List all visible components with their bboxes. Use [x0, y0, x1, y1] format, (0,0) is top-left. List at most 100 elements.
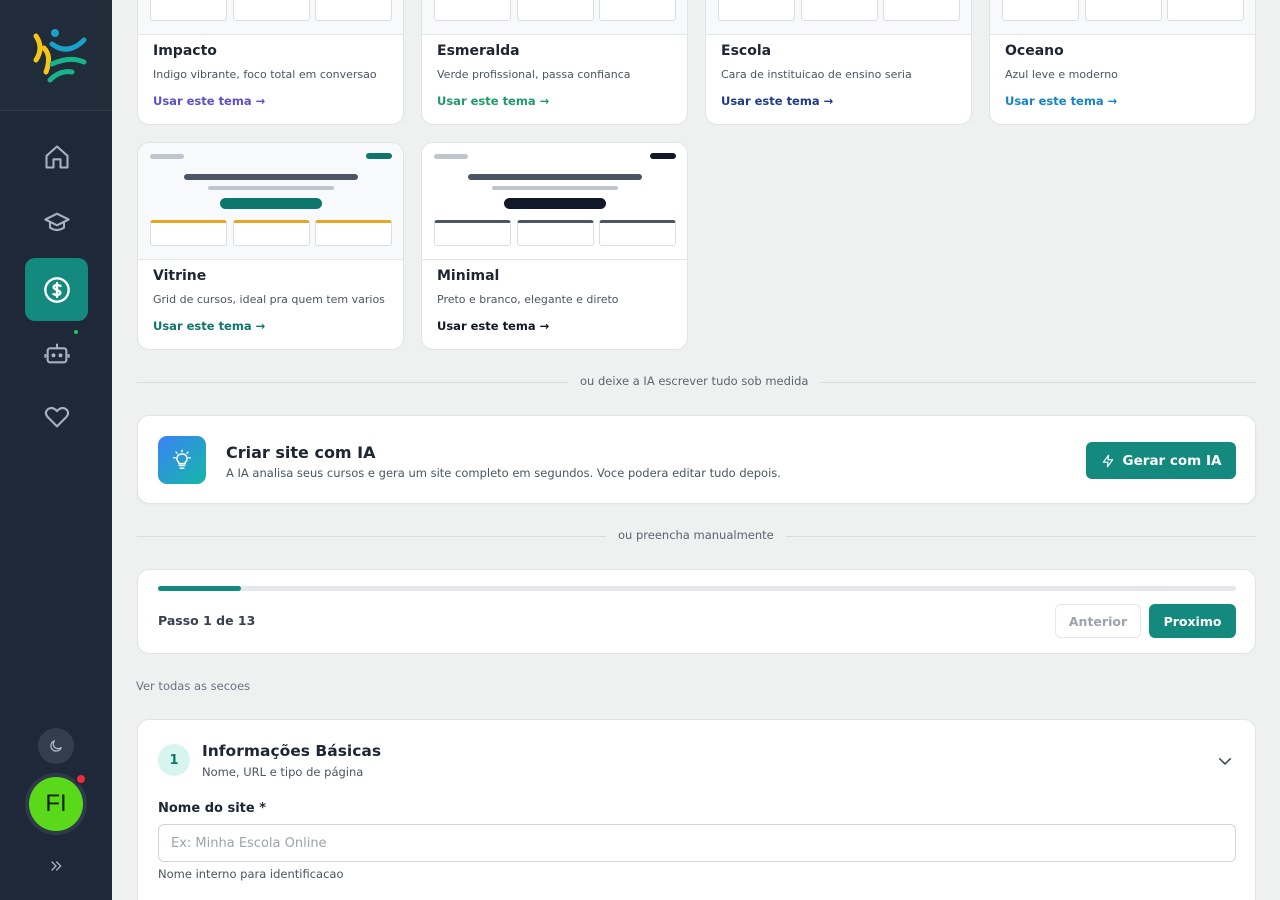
- lightbulb-icon: [173, 449, 191, 469]
- heart-icon: [44, 406, 69, 427]
- divider-manual-label: ou preencha manualmente: [606, 528, 786, 542]
- theme-preview: [422, 143, 687, 260]
- ai-card-subtitle: A IA analisa seus cursos e gera um site …: [226, 466, 781, 480]
- theme-card-minimal[interactable]: Minimal Preto e branco, elegante e diret…: [421, 142, 688, 350]
- theme-desc: Preto e branco, elegante e direto: [437, 293, 619, 306]
- wizard-progress-card: Passo 1 de 13 Anterior Proximo: [137, 569, 1256, 654]
- theme-name: Oceano: [1005, 43, 1064, 59]
- nav-finance[interactable]: [25, 258, 88, 321]
- nav-home[interactable]: [25, 125, 88, 188]
- next-button[interactable]: Proximo: [1149, 604, 1236, 638]
- use-theme-link[interactable]: Usar este tema →: [153, 319, 265, 333]
- sidebar: FI: [0, 0, 112, 900]
- use-theme-link[interactable]: Usar este tema →: [437, 319, 549, 333]
- theme-card-oceano[interactable]: Oceano Azul leve e moderno Usar este tem…: [989, 0, 1256, 125]
- theme-name: Escola: [721, 43, 772, 59]
- theme-preview: [706, 0, 971, 35]
- preview-box: [1167, 0, 1244, 21]
- theme-desc: Indigo vibrante, foco total em conversao: [153, 68, 377, 81]
- theme-preview: [138, 143, 403, 260]
- use-theme-link[interactable]: Usar este tema →: [437, 94, 549, 108]
- preview-box: [1085, 0, 1162, 21]
- preview-cta-bar: [650, 153, 676, 159]
- theme-preview: [138, 0, 403, 35]
- section-basic-info: 1 Informações Básicas Nome, URL e tipo d…: [137, 719, 1256, 900]
- see-all-sections-link[interactable]: Ver todas as secoes: [136, 679, 250, 693]
- notification-dot: [74, 330, 78, 334]
- theme-name: Impacto: [153, 43, 217, 59]
- use-theme-link[interactable]: Usar este tema →: [153, 94, 265, 108]
- preview-box: [517, 0, 594, 21]
- avatar-badge: [75, 773, 87, 785]
- preview-box: [315, 0, 392, 21]
- theme-card-vitrine[interactable]: Vitrine Grid de cursos, ideal pra quem t…: [137, 142, 404, 350]
- theme-toggle[interactable]: [38, 728, 74, 764]
- preview-nav-bar: [434, 154, 468, 159]
- preview-button-bar: [220, 198, 322, 209]
- preview-box: [434, 0, 511, 21]
- preview-box: [517, 220, 594, 246]
- moon-icon: [50, 740, 62, 752]
- app-logo-icon: [33, 29, 87, 83]
- preview-title-bar: [468, 174, 642, 180]
- theme-preview: [990, 0, 1255, 35]
- theme-desc: Verde profissional, passa confianca: [437, 68, 631, 81]
- preview-title-bar: [184, 174, 358, 180]
- progress-fill: [158, 586, 241, 591]
- nav-favorites[interactable]: [25, 385, 88, 448]
- avatar-initials: FI: [29, 777, 83, 831]
- home-icon: [44, 144, 69, 169]
- graduation-cap-icon: [43, 212, 70, 231]
- divider-ai-label: ou deixe a IA escrever tudo sob medida: [568, 374, 821, 388]
- preview-box: [233, 220, 310, 246]
- nav-courses[interactable]: [25, 191, 88, 254]
- preview-box: [883, 0, 960, 21]
- use-theme-link[interactable]: Usar este tema →: [721, 94, 833, 108]
- section-number-badge: 1: [158, 744, 190, 776]
- generate-button-label: Gerar com IA: [1122, 452, 1222, 469]
- section-title: Informações Básicas: [202, 742, 382, 760]
- ai-card-title: Criar site com IA: [226, 443, 376, 462]
- theme-name: Esmeralda: [437, 43, 520, 59]
- step-label: Passo 1 de 13: [158, 613, 256, 628]
- previous-button[interactable]: Anterior: [1055, 604, 1141, 638]
- logo-area: [0, 0, 112, 111]
- avatar[interactable]: FI: [25, 773, 87, 835]
- preview-cta-bar: [366, 153, 392, 159]
- preview-box: [599, 220, 676, 246]
- preview-sub-bar: [492, 186, 618, 190]
- preview-box: [801, 0, 878, 21]
- preview-button-bar: [504, 198, 606, 209]
- nav-bot[interactable]: [25, 321, 88, 384]
- theme-name: Vitrine: [153, 268, 207, 284]
- preview-box: [150, 0, 227, 21]
- preview-sub-bar: [208, 186, 334, 190]
- theme-desc: Azul leve e moderno: [1005, 68, 1118, 81]
- expand-sidebar-button[interactable]: [44, 855, 68, 877]
- use-theme-link[interactable]: Usar este tema →: [1005, 94, 1117, 108]
- chevron-down-icon: [1219, 758, 1231, 765]
- theme-card-escola[interactable]: Escola Cara de instituicao de ensino ser…: [705, 0, 972, 125]
- preview-box: [315, 220, 392, 246]
- preview-box: [233, 0, 310, 21]
- site-name-label: Nome do site *: [158, 801, 267, 816]
- theme-preview: [422, 0, 687, 35]
- theme-name: Minimal: [437, 268, 500, 284]
- site-name-hint: Nome interno para identificacao: [158, 867, 344, 881]
- theme-card-esmeralda[interactable]: Esmeralda Verde profissional, passa conf…: [421, 0, 688, 125]
- chevrons-right-icon: [51, 861, 62, 871]
- progress-track: [158, 586, 1236, 591]
- section-subtitle: Nome, URL e tipo de página: [202, 765, 364, 779]
- preview-box: [150, 220, 227, 246]
- site-name-input[interactable]: [158, 824, 1236, 862]
- preview-box: [718, 0, 795, 21]
- preview-nav-bar: [150, 154, 184, 159]
- preview-box: [599, 0, 676, 21]
- theme-desc: Cara de instituicao de ensino seria: [721, 68, 912, 81]
- section-collapse-toggle[interactable]: [1216, 752, 1234, 774]
- theme-card-impacto[interactable]: Impacto Indigo vibrante, foco total em c…: [137, 0, 404, 125]
- preview-box: [1002, 0, 1079, 21]
- bot-icon: [43, 343, 70, 363]
- preview-box: [434, 220, 511, 246]
- generate-with-ai-button[interactable]: Gerar com IA: [1086, 442, 1236, 479]
